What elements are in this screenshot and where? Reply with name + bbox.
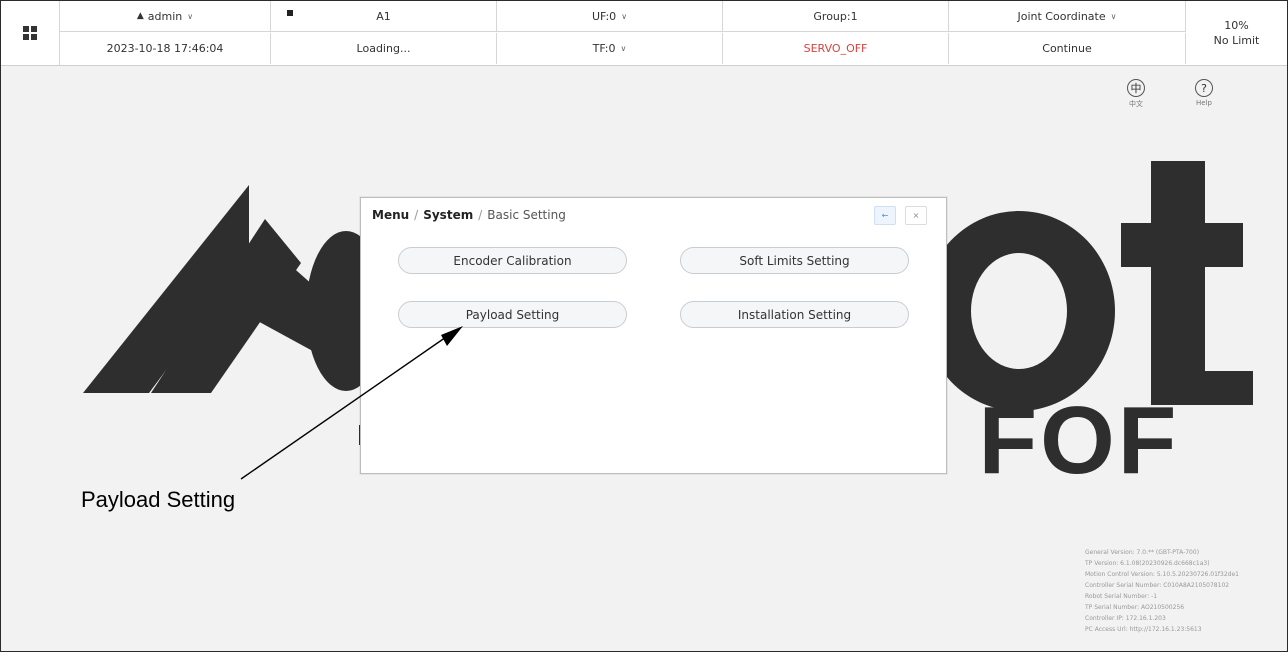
soft-limits-setting-button[interactable]: Soft Limits Setting	[680, 247, 909, 274]
back-button[interactable]: ←	[874, 206, 896, 225]
user-frame-value: UF:0	[591, 9, 617, 23]
language-button[interactable]: 中 中文	[1111, 79, 1161, 109]
coordinate-value: Joint Coordinate	[1017, 9, 1106, 23]
user-name: admin	[147, 9, 183, 23]
language-icon: 中	[1127, 79, 1145, 97]
chevron-down-icon: ∨	[1110, 11, 1117, 21]
breadcrumb-separator: /	[414, 208, 419, 222]
help-icon: ?	[1195, 79, 1213, 97]
program-cell[interactable]: A1	[271, 1, 497, 32]
annotation-label: Payload Setting	[81, 487, 236, 512]
version-line: Controller Serial Number: C010A8A2105078…	[1085, 582, 1230, 589]
grid-menu-icon	[23, 26, 37, 40]
program-name: A1	[376, 9, 391, 23]
breadcrumb: Menu / System / Basic Setting	[372, 208, 566, 222]
user-frame-selector[interactable]: UF:0 ∨	[497, 1, 723, 32]
version-line: PC Access Url: http://172.16.1.23:5613	[1085, 626, 1202, 633]
version-line: Robot Serial Number: -1	[1085, 593, 1158, 600]
chevron-down-icon: ∨	[620, 44, 627, 53]
chevron-down-icon: ∨	[621, 11, 628, 21]
group-value: Group:1	[813, 9, 858, 23]
version-line: Controller IP: 172.16.1.203	[1085, 615, 1166, 622]
user-selector[interactable]: ▲ admin ∨	[60, 1, 271, 32]
language-label: 中文	[1129, 100, 1143, 108]
version-line: General Version: 7.0.** (GBT-PTA-700)	[1085, 549, 1200, 556]
chevron-down-icon: ∨	[187, 11, 194, 21]
speed-control[interactable]: 10% No Limit	[1186, 1, 1287, 65]
tool-frame-selector[interactable]: TF:0 ∨	[497, 33, 723, 64]
breadcrumb-menu[interactable]: Menu	[372, 208, 409, 222]
breadcrumb-separator: /	[478, 208, 483, 222]
coordinate-selector[interactable]: Joint Coordinate ∨	[949, 1, 1186, 32]
version-line: TP Version: 6.1.08(20230926.dc668c1a3)	[1085, 560, 1210, 567]
tool-frame-value: TF:0	[592, 42, 616, 55]
version-line: TP Serial Number: AO210500256	[1085, 604, 1185, 611]
run-mode[interactable]: Continue	[949, 33, 1186, 64]
datetime: 2023-10-18 17:46:04	[60, 33, 271, 64]
installation-setting-button[interactable]: Installation Setting	[680, 301, 909, 328]
basic-setting-dialog: Menu / System / Basic Setting ← × Encoder Ca…	[360, 197, 947, 474]
main-menu-button[interactable]	[1, 1, 60, 65]
app-window: Drive the FOF ▲ admin ∨ A1 UF:0 ∨ Group:…	[0, 0, 1288, 652]
version-line: Motion Control Version: 5.10.5.20230726.…	[1085, 571, 1239, 578]
help-label: Help	[1196, 99, 1212, 107]
payload-setting-button[interactable]: Payload Setting	[398, 301, 627, 328]
status-cells: ▲ admin ∨ A1 UF:0 ∨ Group:1 Joint Coordi…	[60, 1, 1186, 65]
stop-icon	[287, 10, 293, 16]
close-icon: ×	[912, 211, 920, 220]
program-status: Loading...	[271, 33, 497, 64]
limit-value: No Limit	[1213, 34, 1260, 47]
breadcrumb-current: Basic Setting	[487, 208, 566, 222]
encoder-calibration-button[interactable]: Encoder Calibration	[398, 247, 627, 274]
speed-value: 10%	[1224, 19, 1249, 32]
version-info: General Version: 7.0.** (GBT-PTA-700) TP…	[1085, 547, 1239, 635]
status-bar: ▲ admin ∨ A1 UF:0 ∨ Group:1 Joint Coordi…	[1, 1, 1287, 66]
help-button[interactable]: ? Help	[1179, 79, 1229, 107]
group-cell[interactable]: Group:1	[723, 1, 949, 32]
user-icon: ▲	[136, 11, 144, 21]
close-button[interactable]: ×	[905, 206, 927, 225]
servo-status[interactable]: SERVO_OFF	[723, 33, 949, 64]
breadcrumb-system[interactable]: System	[423, 208, 473, 222]
back-arrow-icon: ←	[881, 211, 889, 220]
